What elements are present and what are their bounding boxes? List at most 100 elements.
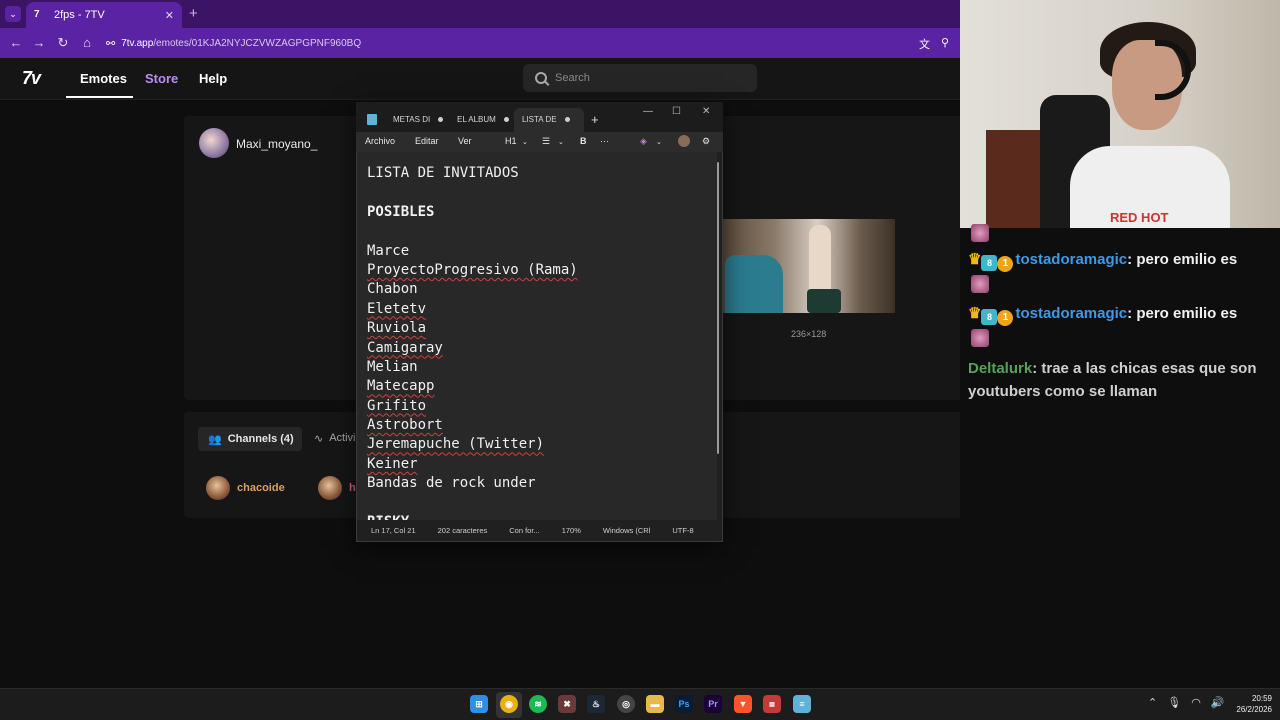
tab-channels-label: Channels (4) bbox=[227, 433, 294, 445]
subscriber-badge-icon: 1 bbox=[997, 256, 1014, 273]
crown-icon: ♛ bbox=[968, 251, 982, 269]
windows-taskbar bbox=[0, 688, 1280, 720]
address-bar[interactable]: ⚯ 7tv.app/emotes/01KJA2NYJCZVWZAGPGPNF96… bbox=[106, 33, 910, 53]
notepad-line: Astrobort bbox=[367, 417, 443, 434]
nav-store[interactable]: Store bbox=[145, 71, 178, 86]
minimize-icon[interactable]: — bbox=[643, 106, 653, 117]
browser-tab-title: 2fps - 7TV bbox=[54, 9, 105, 21]
channel-item[interactable]: h bbox=[318, 476, 356, 500]
menu-ver[interactable]: Ver bbox=[458, 136, 472, 146]
channel-item[interactable]: chacoide bbox=[206, 476, 285, 500]
chat-message: Deltalurk: trae a las chicas esas que so… bbox=[968, 360, 1257, 400]
tab-search-button[interactable]: ⌄ bbox=[5, 6, 21, 22]
owner-avatar[interactable] bbox=[199, 128, 229, 158]
activity-icon: ∿ bbox=[314, 433, 324, 445]
volume-icon[interactable]: 🔊 bbox=[1211, 696, 1225, 709]
cursor-position[interactable]: Ln 17, Col 21 bbox=[371, 526, 416, 535]
badge-icon: 8 bbox=[981, 309, 998, 326]
chevron-down-icon[interactable]: ⌄ bbox=[522, 138, 528, 146]
spotify-icon[interactable]: ≋ bbox=[529, 695, 547, 713]
obs-icon[interactable]: ◎ bbox=[617, 695, 635, 713]
users-icon: 👥 bbox=[208, 433, 222, 446]
notepad-line: Jeremapuche (Twitter) bbox=[367, 436, 545, 453]
notepad-tab-label: EL ALBUM bbox=[457, 115, 496, 124]
unsaved-dot-icon bbox=[438, 117, 444, 122]
app-icon[interactable]: ✖ bbox=[558, 695, 576, 713]
forward-icon[interactable]: → bbox=[31, 35, 47, 50]
site-navbar bbox=[0, 58, 960, 100]
menu-editar[interactable]: Editar bbox=[415, 136, 439, 146]
notepad-new-tab-button[interactable]: + bbox=[591, 112, 599, 127]
home-icon[interactable]: ⌂ bbox=[79, 35, 95, 50]
steam-icon[interactable]: ♨ bbox=[587, 695, 605, 713]
menu-archivo[interactable]: Archivo bbox=[365, 136, 395, 146]
translate-icon[interactable]: ⽂ bbox=[919, 36, 930, 52]
emote-preview-image bbox=[723, 219, 895, 313]
microphone-icon[interactable]: 🎙 bbox=[1167, 696, 1181, 709]
crown-icon: ♛ bbox=[968, 305, 982, 323]
zoom-icon[interactable]: ⚲ bbox=[941, 36, 949, 49]
chrome-icon[interactable]: ◉ bbox=[500, 695, 518, 713]
search-input[interactable]: Search bbox=[523, 64, 757, 92]
format-status[interactable]: Con for... bbox=[509, 526, 539, 535]
notepad-line: RISKY bbox=[367, 513, 717, 520]
owner-username[interactable]: Maxi_moyano_ bbox=[236, 137, 317, 151]
zoom-level[interactable]: 170% bbox=[562, 526, 581, 535]
browser-tab-active[interactable]: 7 2fps - 7TV ✕ bbox=[26, 2, 182, 28]
nav-emotes[interactable]: Emotes bbox=[80, 71, 127, 86]
chat-text: pero emilio es bbox=[1136, 251, 1238, 268]
more-options-button[interactable]: ··· bbox=[600, 136, 609, 146]
voicemeeter-icon[interactable]: ▤ bbox=[763, 695, 781, 713]
subscriber-badge-icon: 1 bbox=[997, 310, 1014, 327]
7tv-logo[interactable]: 7v bbox=[22, 68, 41, 89]
chat-nick: tostadoramagic bbox=[1015, 251, 1128, 268]
chevron-down-icon[interactable]: ⌄ bbox=[656, 138, 662, 146]
reload-icon[interactable]: ↻ bbox=[55, 35, 71, 51]
badge-icon: 8 bbox=[981, 255, 998, 272]
notepad-tab[interactable]: METAS DI bbox=[393, 115, 444, 124]
notepad-tab[interactable]: EL ALBUM bbox=[457, 115, 509, 124]
emote-icon bbox=[971, 275, 989, 293]
notepad-scrollbar[interactable] bbox=[717, 162, 719, 454]
notepad-line: Melian bbox=[367, 358, 418, 375]
notepad-taskbar-icon[interactable]: ≡ bbox=[793, 695, 811, 713]
account-avatar[interactable] bbox=[678, 135, 690, 147]
notepad-tab-active[interactable]: LISTA DE bbox=[522, 115, 570, 124]
notepad-menubar bbox=[356, 132, 723, 152]
chat-nick: Deltalurk bbox=[968, 360, 1033, 377]
close-icon[interactable]: ✕ bbox=[702, 106, 710, 117]
notepad-line bbox=[367, 222, 717, 241]
notepad-line: LISTA DE INVITADOS bbox=[367, 165, 519, 181]
brave-icon[interactable]: ▼ bbox=[734, 695, 752, 713]
emote-icon bbox=[971, 224, 989, 242]
bold-button[interactable]: B bbox=[580, 136, 587, 146]
taskbar-clock[interactable]: 20:59 26/2/2026 bbox=[1226, 693, 1272, 715]
unsaved-dot-icon bbox=[564, 117, 570, 122]
premiere-icon[interactable]: Pr bbox=[704, 695, 722, 713]
close-tab-icon[interactable]: ✕ bbox=[165, 9, 174, 22]
maximize-icon[interactable]: ☐ bbox=[672, 106, 681, 117]
tab-channels[interactable]: 👥 Channels (4) bbox=[198, 427, 302, 451]
chat-message: ♛ 8 1 tostadoramagic: pero emilio es bbox=[968, 302, 1237, 327]
file-explorer-icon[interactable]: ▬ bbox=[646, 695, 664, 713]
line-ending[interactable]: Windows (CRl bbox=[603, 526, 651, 535]
heading-dropdown[interactable]: H1 bbox=[505, 136, 517, 146]
chevron-up-icon[interactable]: ⌃ bbox=[1148, 696, 1157, 709]
start-icon[interactable]: ⊞ bbox=[470, 695, 488, 713]
notepad-line: Keiner bbox=[367, 455, 418, 472]
copilot-icon[interactable]: ◈ bbox=[640, 136, 647, 147]
url-path: /emotes/01KJA2NYJCZVWZAGPGPNF960BQ bbox=[153, 37, 362, 49]
encoding[interactable]: UTF-8 bbox=[672, 526, 693, 535]
wifi-icon[interactable]: ◠ bbox=[1191, 696, 1201, 709]
nav-help[interactable]: Help bbox=[199, 71, 227, 86]
chevron-down-icon[interactable]: ⌄ bbox=[558, 138, 564, 146]
list-icon[interactable]: ☰ bbox=[542, 136, 550, 147]
notepad-text-area[interactable]: LISTA DE INVITADOS POSIBLES Marce ProyectoP… bbox=[357, 152, 717, 520]
photoshop-icon[interactable]: Ps bbox=[675, 695, 693, 713]
new-tab-button[interactable]: + bbox=[189, 5, 198, 22]
notepad-line: Matecapp bbox=[367, 378, 435, 395]
settings-gear-icon[interactable]: ⚙ bbox=[702, 136, 710, 147]
back-icon[interactable]: ← bbox=[8, 35, 24, 50]
site-info-icon[interactable]: ⚯ bbox=[106, 37, 115, 50]
tab-activity[interactable]: ∿ Activi bbox=[314, 432, 356, 445]
